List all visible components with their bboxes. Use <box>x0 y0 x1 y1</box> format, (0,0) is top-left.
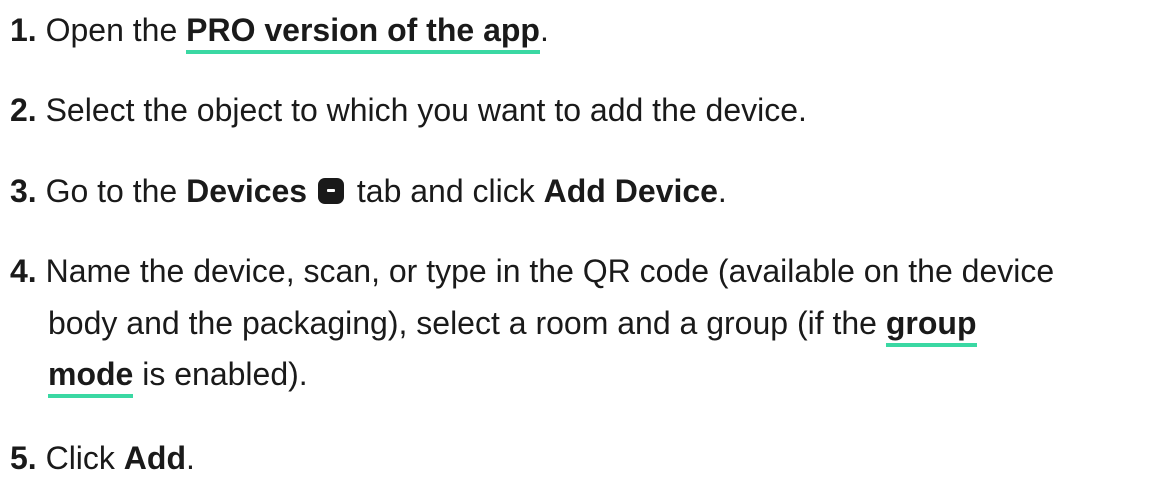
add-device-label: Add Device <box>543 173 718 209</box>
step-number: 4. <box>10 253 37 289</box>
step-text: Open the <box>45 12 187 48</box>
step-1: 1. Open the PRO version of the app. <box>10 12 1158 54</box>
step-text-line3: is enabled). <box>133 356 308 392</box>
step-number: 1. <box>10 12 37 48</box>
group-mode-link-continued[interactable]: mode <box>48 356 134 398</box>
add-label: Add <box>123 440 186 476</box>
step-number: 2. <box>10 92 37 128</box>
step-5: 5. Click Add. <box>10 442 1158 474</box>
step-text: Go to the <box>45 173 187 209</box>
step-text: Select the object to which you want to a… <box>45 92 807 128</box>
step-text-end: . <box>539 12 549 48</box>
step-4-line2: body and the packaging), select a room a… <box>48 305 1158 347</box>
step-text-end: . <box>717 173 727 209</box>
step-3: 3. Go to the Devices tab and click Add D… <box>10 175 1158 207</box>
step-number: 3. <box>10 173 37 209</box>
pro-app-link[interactable]: PRO version of the app <box>186 12 540 54</box>
step-2: 2. Select the object to which you want t… <box>10 94 1158 126</box>
step-text-mid: tab and click <box>347 173 544 209</box>
step-text-line2: body and the packaging), select a room a… <box>48 305 886 341</box>
step-4-line3: mode is enabled). <box>48 356 1158 398</box>
group-mode-link[interactable]: group <box>885 305 977 347</box>
devices-tab-label: Devices <box>186 173 308 209</box>
step-text: Click <box>45 440 124 476</box>
step-text-end: . <box>186 440 195 476</box>
devices-icon <box>317 178 344 204</box>
step-number: 5. <box>10 440 37 476</box>
step-4: 4. Name the device, scan, or type in the… <box>10 255 1158 287</box>
step-text-line1: Name the device, scan, or type in the QR… <box>45 253 1055 289</box>
